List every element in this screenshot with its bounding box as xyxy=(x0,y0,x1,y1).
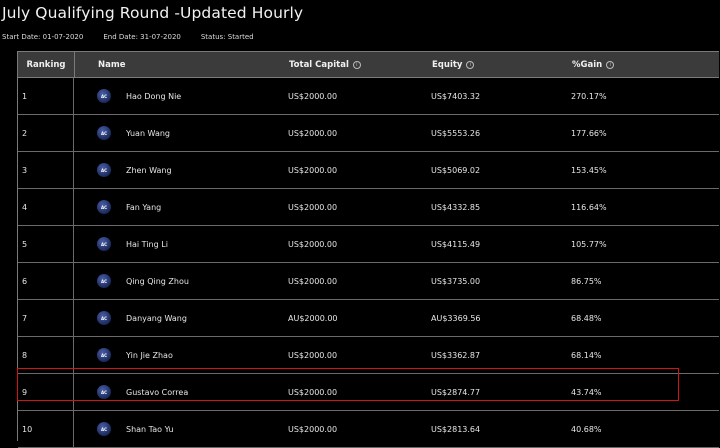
ac-logo-icon: AC xyxy=(97,163,111,177)
capital-cell: US$2000.00 xyxy=(288,387,338,397)
rank-cell: 8 xyxy=(18,337,74,373)
equity-cell: AU$3369.56 xyxy=(431,313,481,323)
round-meta: Start Date: 01-07-2020 End Date: 31-07-2… xyxy=(2,33,254,41)
table-body: 1 AC Hao Dong Nie US$2000.00 US$7403.32 270.1… xyxy=(18,78,719,448)
equity-cell: US$3362.87 xyxy=(431,350,481,360)
name-cell: AC Qing Qing Zhou xyxy=(74,263,288,299)
name-cell: AC Yin Jie Zhao xyxy=(74,337,288,373)
trader-name[interactable]: Zhen Wang xyxy=(126,166,172,175)
table-header: Ranking Name Total Capital i Equity i %G… xyxy=(18,52,719,78)
gain-cell: 116.64% xyxy=(571,202,607,212)
page-title: July Qualifying Round -Updated Hourly xyxy=(2,4,304,22)
gain-cell: 86.75% xyxy=(571,276,602,286)
table-row[interactable]: 7 AC Danyang Wang AU$2000.00 AU$3369.56 68.48… xyxy=(18,300,719,337)
trader-name[interactable]: Shan Tao Yu xyxy=(126,425,174,434)
ac-logo-icon: AC xyxy=(97,89,111,103)
rank-cell: 4 xyxy=(18,189,74,225)
capital-cell: US$2000.00 xyxy=(288,165,338,175)
capital-cell: US$2000.00 xyxy=(288,276,338,286)
rank-cell: 1 xyxy=(18,78,74,114)
name-cell: AC Fan Yang xyxy=(74,189,288,225)
ac-logo-icon: AC xyxy=(97,237,111,251)
gain-cell: 105.77% xyxy=(571,239,607,249)
ac-logo-icon: AC xyxy=(97,200,111,214)
leaderboard-table: Ranking Name Total Capital i Equity i %G… xyxy=(17,51,719,448)
gain-cell: 43.74% xyxy=(571,387,602,397)
header-equity[interactable]: Equity i xyxy=(432,52,572,77)
trader-name[interactable]: Gustavo Correa xyxy=(126,388,188,397)
name-cell: AC Yuan Wang xyxy=(74,115,288,151)
table-row[interactable]: 5 AC Hai Ting Li US$2000.00 US$4115.49 105.77… xyxy=(18,226,719,263)
header-ranking[interactable]: Ranking xyxy=(18,52,75,77)
table-row[interactable]: 2 AC Yuan Wang US$2000.00 US$5553.26 177.66% xyxy=(18,115,719,152)
equity-cell: US$5069.02 xyxy=(431,165,481,175)
start-date: Start Date: 01-07-2020 xyxy=(2,33,84,41)
capital-cell: US$2000.00 xyxy=(288,350,338,360)
rank-cell: 2 xyxy=(18,115,74,151)
header-gain[interactable]: %Gain i xyxy=(572,52,700,77)
trader-name[interactable]: Hao Dong Nie xyxy=(126,92,181,101)
gain-cell: 68.48% xyxy=(571,313,602,323)
trader-name[interactable]: Yuan Wang xyxy=(126,129,170,138)
gain-cell: 40.68% xyxy=(571,424,602,434)
capital-cell: US$2000.00 xyxy=(288,202,338,212)
gain-cell: 270.17% xyxy=(571,91,607,101)
capital-cell: US$2000.00 xyxy=(288,239,338,249)
ac-logo-icon: AC xyxy=(97,422,111,436)
equity-cell: US$4332.85 xyxy=(431,202,481,212)
ac-logo-icon: AC xyxy=(97,348,111,362)
table-row[interactable]: 4 AC Fan Yang US$2000.00 US$4332.85 116.64% xyxy=(18,189,719,226)
status-text: Status: Started xyxy=(200,33,254,41)
gain-cell: 153.45% xyxy=(571,165,607,175)
trader-name[interactable]: Hai Ting Li xyxy=(126,240,168,249)
name-cell: AC Gustavo Correa xyxy=(74,374,288,410)
equity-cell: US$3735.00 xyxy=(431,276,481,286)
table-row[interactable]: 6 AC Qing Qing Zhou US$2000.00 US$3735.00 86.… xyxy=(18,263,719,300)
name-cell: AC Zhen Wang xyxy=(74,152,288,188)
capital-cell: US$2000.00 xyxy=(288,128,338,138)
name-cell: AC Danyang Wang xyxy=(74,300,288,336)
info-icon[interactable]: i xyxy=(352,60,361,69)
trader-name[interactable]: Danyang Wang xyxy=(126,314,187,323)
capital-cell: US$2000.00 xyxy=(288,424,338,434)
ac-logo-icon: AC xyxy=(97,311,111,325)
ac-logo-icon: AC xyxy=(97,385,111,399)
equity-cell: US$2874.77 xyxy=(431,387,481,397)
rank-cell: 7 xyxy=(18,300,74,336)
ac-logo-icon: AC xyxy=(97,126,111,140)
equity-cell: US$7403.32 xyxy=(431,91,481,101)
gain-cell: 68.14% xyxy=(571,350,602,360)
table-row[interactable]: 9 AC Gustavo Correa US$2000.00 US$2874.77 43.… xyxy=(18,374,719,411)
table-row[interactable]: 1 AC Hao Dong Nie US$2000.00 US$7403.32 270.1… xyxy=(18,78,719,115)
equity-cell: US$5553.26 xyxy=(431,128,481,138)
info-icon[interactable]: i xyxy=(466,60,475,69)
capital-cell: US$2000.00 xyxy=(288,91,338,101)
equity-cell: US$2813.64 xyxy=(431,424,481,434)
capital-cell: AU$2000.00 xyxy=(288,313,338,323)
header-name[interactable]: Name xyxy=(75,52,289,77)
table-row[interactable]: 10 AC Shan Tao Yu US$2000.00 US$2813.64 40.68… xyxy=(18,411,719,448)
rank-cell: 3 xyxy=(18,152,74,188)
end-date: End Date: 31-07-2020 xyxy=(103,33,181,41)
trader-name[interactable]: Qing Qing Zhou xyxy=(126,277,189,286)
gain-cell: 177.66% xyxy=(571,128,607,138)
equity-cell: US$4115.49 xyxy=(431,239,481,249)
trader-name[interactable]: Yin Jie Zhao xyxy=(126,351,173,360)
name-cell: AC Hai Ting Li xyxy=(74,226,288,262)
header-total-capital[interactable]: Total Capital i xyxy=(289,52,432,77)
table-row[interactable]: 8 AC Yin Jie Zhao US$2000.00 US$3362.87 68.14… xyxy=(18,337,719,374)
trader-name[interactable]: Fan Yang xyxy=(126,203,161,212)
table-row[interactable]: 3 AC Zhen Wang US$2000.00 US$5069.02 153.45% xyxy=(18,152,719,189)
info-icon[interactable]: i xyxy=(606,60,615,69)
name-cell: AC Hao Dong Nie xyxy=(74,78,288,114)
rank-cell: 6 xyxy=(18,263,74,299)
rank-cell: 9 xyxy=(18,374,74,410)
rank-cell: 10 xyxy=(18,411,74,447)
name-cell: AC Shan Tao Yu xyxy=(74,411,288,447)
rank-cell: 5 xyxy=(18,226,74,262)
ac-logo-icon: AC xyxy=(97,274,111,288)
